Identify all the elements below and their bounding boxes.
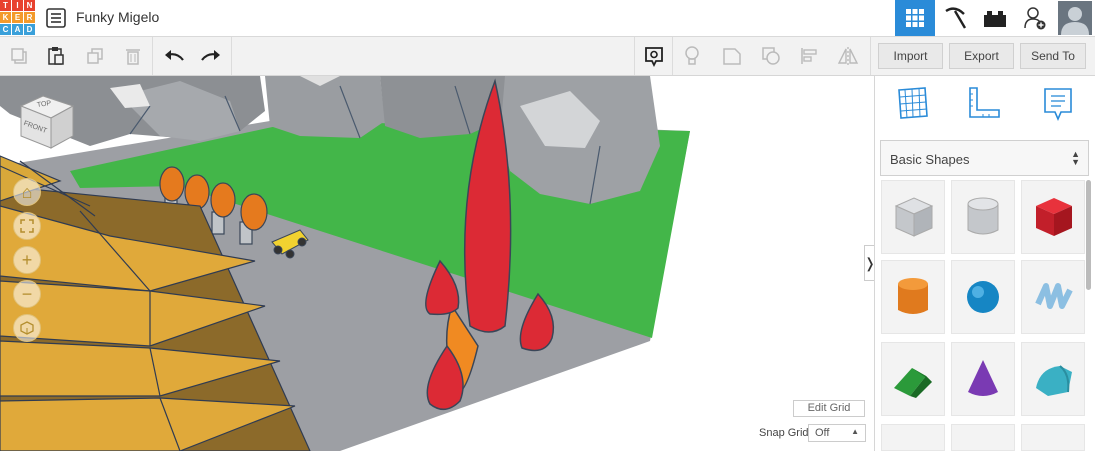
add-user-icon[interactable] — [1015, 0, 1055, 36]
copy-icon[interactable] — [0, 37, 38, 75]
logo-letter: N — [24, 0, 35, 11]
undo-icon[interactable] — [155, 37, 193, 75]
logo-letter: T — [0, 0, 11, 11]
panel-scrollbar[interactable] — [1086, 180, 1091, 290]
edit-toolbar: Import Export Send To — [0, 37, 1095, 76]
mirror-icon[interactable] — [829, 37, 867, 75]
workplane-viewport[interactable]: TOP FRONT ⌂ + − Edit Grid Snap Grid Off … — [0, 76, 874, 451]
logo-letter: K — [0, 12, 11, 23]
shape-partial[interactable] — [1021, 424, 1085, 451]
duplicate-icon[interactable] — [76, 37, 114, 75]
shape-sphere[interactable] — [951, 260, 1015, 334]
view-cube[interactable]: TOP FRONT — [15, 92, 77, 154]
align-icon[interactable] — [790, 37, 828, 75]
edit-grid-button[interactable]: Edit Grid — [793, 400, 865, 417]
snap-grid-select[interactable]: Off ▲ — [808, 424, 866, 442]
shape-cylinder[interactable] — [881, 260, 945, 334]
fit-view-icon[interactable] — [13, 212, 41, 240]
send-to-button[interactable]: Send To — [1020, 43, 1086, 69]
design-title[interactable]: Funky Migelo — [76, 9, 159, 25]
collapse-panel-button[interactable]: ❭ — [864, 245, 874, 281]
logo-letter: R — [24, 12, 35, 23]
zoom-out-icon[interactable]: − — [13, 280, 41, 308]
logo-letter: C — [0, 24, 11, 35]
grid-view-icon[interactable] — [895, 0, 935, 36]
logo-letter: A — [12, 24, 23, 35]
tinkercad-logo[interactable]: T I N K E R C A D — [0, 0, 36, 36]
select-arrows-icon: ▲ ▼ — [1071, 149, 1080, 167]
shape-roof[interactable] — [881, 342, 945, 416]
shape-cylinder-hole[interactable] — [951, 180, 1015, 254]
light-bulb-icon[interactable] — [673, 37, 711, 75]
workplane-icon[interactable] — [895, 86, 929, 120]
pickaxe-icon[interactable] — [935, 0, 975, 36]
shape-scribble[interactable] — [1021, 260, 1085, 334]
export-button[interactable]: Export — [949, 43, 1014, 69]
import-button[interactable]: Import — [878, 43, 943, 69]
logo-letter: I — [12, 0, 23, 11]
home-view-icon[interactable]: ⌂ — [13, 178, 41, 206]
zoom-in-icon[interactable]: + — [13, 246, 41, 274]
group-icon[interactable] — [713, 37, 751, 75]
snap-grid-value: Off — [815, 427, 830, 439]
paste-icon[interactable] — [37, 37, 75, 75]
redo-icon[interactable] — [192, 37, 230, 75]
notes-icon[interactable] — [1041, 86, 1075, 124]
note-icon[interactable] — [635, 37, 673, 75]
logo-letter: D — [24, 24, 35, 35]
caret-up-icon: ▲ — [851, 427, 859, 436]
shape-cone[interactable] — [951, 342, 1015, 416]
shape-partial[interactable] — [951, 424, 1015, 451]
shapes-panel: Basic Shapes ▲ ▼ — [874, 76, 1095, 451]
perspective-icon[interactable] — [13, 314, 41, 342]
shape-box[interactable] — [1021, 180, 1085, 254]
logo-letter: E — [12, 12, 23, 23]
delete-icon[interactable] — [114, 37, 152, 75]
shape-round-roof[interactable] — [1021, 342, 1085, 416]
shape-category-select[interactable]: Basic Shapes ▲ ▼ — [880, 140, 1089, 176]
top-bar: T I N K E R C A D Funky Migelo — [0, 0, 1095, 37]
ruler-icon[interactable] — [967, 86, 1001, 120]
shape-category-value: Basic Shapes — [890, 152, 970, 167]
shape-box-hole[interactable] — [881, 180, 945, 254]
scene — [0, 76, 690, 451]
snap-grid-label: Snap Grid — [759, 427, 809, 439]
bricks-icon[interactable] — [975, 0, 1015, 36]
profile-avatar[interactable] — [1055, 0, 1095, 36]
ungroup-icon[interactable] — [752, 37, 790, 75]
shape-partial[interactable] — [881, 424, 945, 451]
design-list-icon[interactable] — [45, 7, 67, 29]
